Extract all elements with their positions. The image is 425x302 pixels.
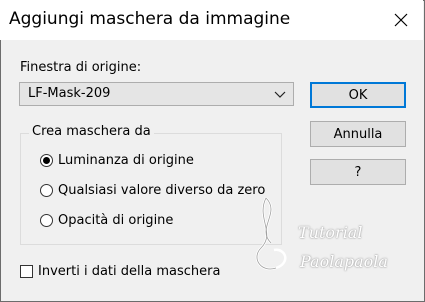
radio-button[interactable] <box>40 184 53 197</box>
ok-button[interactable]: OK <box>310 82 406 108</box>
invert-mask-checkbox[interactable]: Inverti i dati della maschera <box>20 264 220 279</box>
cancel-button-label: Annulla <box>333 126 383 142</box>
help-button[interactable]: ? <box>310 159 406 185</box>
source-window-value: LF-Mask-209 <box>28 86 111 101</box>
watermark-text: Paolapaola <box>300 252 388 271</box>
source-window-label: Finestra di origine: <box>20 60 142 75</box>
checkbox-label: Inverti i dati della maschera <box>38 264 221 279</box>
radio-button-selected[interactable] <box>40 154 53 167</box>
chevron-down-icon <box>274 91 286 98</box>
cancel-button[interactable]: Annulla <box>310 121 406 147</box>
radio-label: Luminanza di origine <box>58 153 194 168</box>
source-window-select[interactable]: LF-Mask-209 <box>19 82 294 106</box>
help-button-label: ? <box>354 164 362 180</box>
close-button[interactable] <box>379 0 423 40</box>
dialog-title: Aggiungi maschera da immagine <box>9 9 291 29</box>
radio-source-luminance[interactable]: Luminanza di origine <box>40 153 194 168</box>
watermark-text: Tutorial <box>298 223 363 242</box>
ok-button-label: OK <box>348 87 368 103</box>
radio-source-opacity[interactable]: Opacità di origine <box>40 213 173 228</box>
mask-source-group-title: Crea maschera da <box>29 124 154 139</box>
checkbox-box[interactable] <box>20 265 33 278</box>
title-bar: Aggiungi maschera da immagine <box>0 0 423 40</box>
radio-button[interactable] <box>40 214 53 227</box>
radio-label: Qualsiasi valore diverso da zero <box>58 183 266 198</box>
close-icon <box>394 13 408 27</box>
radio-label: Opacità di origine <box>58 213 174 228</box>
radio-any-nonzero-value[interactable]: Qualsiasi valore diverso da zero <box>40 183 265 198</box>
